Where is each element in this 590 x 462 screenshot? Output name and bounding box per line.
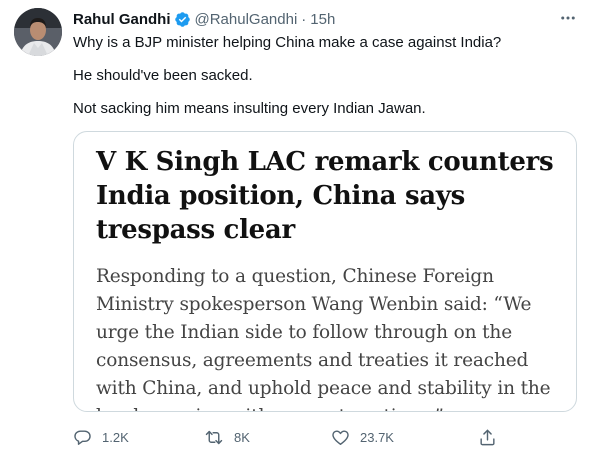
article-headline: V K Singh LAC remark counters India posi…: [96, 147, 554, 245]
tweet-line: He should've been sacked.: [73, 67, 253, 84]
retweet-icon: [205, 430, 223, 444]
article-excerpt: Responding to a question, Chinese Foreig…: [96, 266, 551, 411]
retweet-count: 8K: [234, 429, 250, 445]
article-image-card[interactable]: V K Singh LAC remark counters India posi…: [73, 131, 577, 412]
author-handle[interactable]: @RahulGandhi: [195, 11, 298, 28]
author-name[interactable]: Rahul Gandhi: [73, 11, 171, 28]
avatar[interactable]: [14, 8, 62, 56]
like-button[interactable]: 23.7K: [331, 424, 394, 450]
reply-icon: [74, 429, 91, 445]
timestamp[interactable]: 15h: [310, 11, 335, 28]
like-icon: [332, 429, 349, 445]
share-icon: [480, 429, 495, 445]
verified-badge-icon: [174, 11, 191, 28]
tweet-header: Rahul Gandhi @RahulGandhi · 15h: [73, 9, 335, 29]
like-count: 23.7K: [360, 429, 394, 445]
tweet-text: Why is a BJP minister helping China make…: [73, 33, 578, 119]
separator-dot: ·: [301, 10, 307, 28]
tweet-line: Not sacking him means insulting every In…: [73, 100, 426, 117]
tweet[interactable]: Rahul Gandhi @RahulGandhi · 15h Why is a…: [0, 0, 590, 462]
retweet-button[interactable]: 8K: [204, 424, 250, 450]
share-button[interactable]: [478, 424, 497, 450]
tweet-line: Why is a BJP minister helping China make…: [73, 34, 502, 51]
reply-count: 1.2K: [102, 429, 129, 445]
reply-button[interactable]: 1.2K: [73, 424, 129, 450]
tweet-actions: 1.2K 8K 23.7K: [73, 424, 543, 450]
more-icon[interactable]: [558, 8, 578, 28]
